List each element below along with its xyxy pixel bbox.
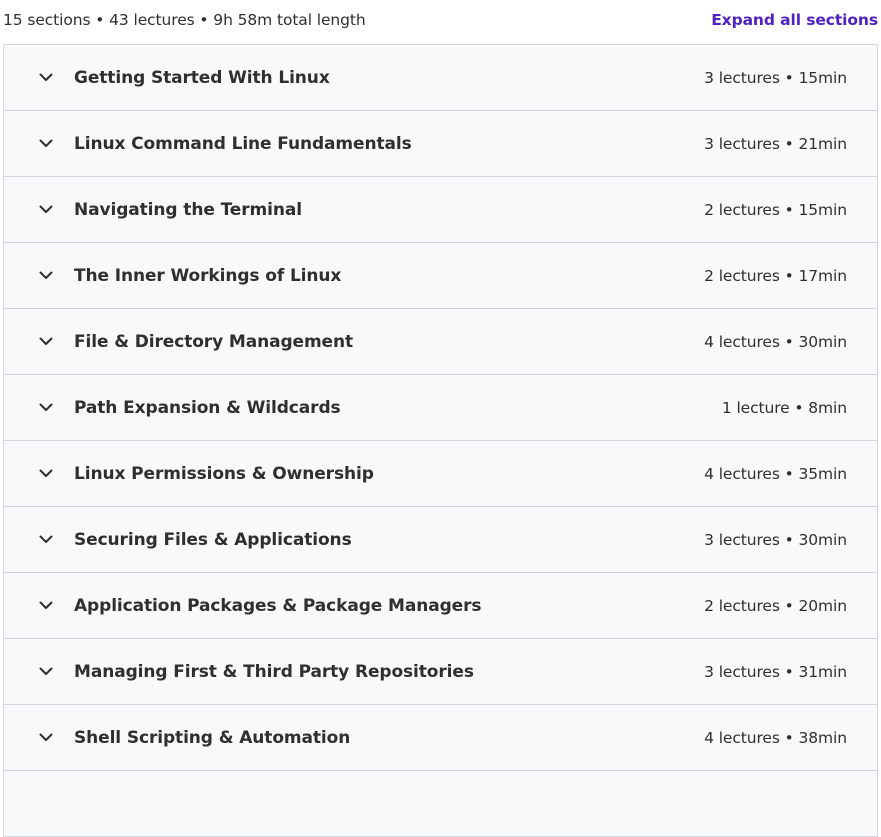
section-row[interactable]: Application Packages & Package Managers … — [4, 573, 877, 639]
section-row-partial[interactable] — [4, 771, 877, 837]
section-row[interactable]: Navigating the Terminal 2 lectures • 15m… — [4, 177, 877, 243]
chevron-down-icon — [38, 334, 54, 350]
section-meta: 4 lectures • 35min — [704, 464, 847, 483]
section-title: Application Packages & Package Managers — [74, 595, 482, 616]
chevron-down-icon — [38, 730, 54, 746]
section-title: File & Directory Management — [74, 331, 354, 352]
section-meta: 2 lectures • 15min — [704, 200, 847, 219]
curriculum-section-list: Getting Started With Linux 3 lectures • … — [3, 44, 878, 837]
section-title: Path Expansion & Wildcards — [74, 397, 341, 418]
section-meta: 3 lectures • 21min — [704, 134, 847, 153]
chevron-down-icon — [38, 268, 54, 284]
chevron-down-icon — [38, 598, 54, 614]
section-title: The Inner Workings of Linux — [74, 265, 342, 286]
section-meta: 2 lectures • 17min — [704, 266, 847, 285]
chevron-down-icon — [38, 202, 54, 218]
section-row[interactable]: Linux Permissions & Ownership 4 lectures… — [4, 441, 877, 507]
section-row[interactable]: Path Expansion & Wildcards 1 lecture • 8… — [4, 375, 877, 441]
section-title: Managing First & Third Party Repositorie… — [74, 661, 474, 682]
section-title: Navigating the Terminal — [74, 199, 302, 220]
chevron-down-icon — [38, 466, 54, 482]
curriculum-summary-bar: 15 sections • 43 lectures • 9h 58m total… — [0, 0, 881, 44]
section-meta: 4 lectures • 30min — [704, 332, 847, 351]
section-title: Securing Files & Applications — [74, 529, 352, 550]
section-row[interactable]: Securing Files & Applications 3 lectures… — [4, 507, 877, 573]
section-title: Linux Command Line Fundamentals — [74, 133, 412, 154]
section-title: Getting Started With Linux — [74, 67, 330, 88]
section-meta: 1 lecture • 8min — [721, 398, 847, 417]
chevron-down-icon — [38, 532, 54, 548]
chevron-down-icon — [38, 136, 54, 152]
section-meta: 4 lectures • 38min — [704, 728, 847, 747]
section-title: Linux Permissions & Ownership — [74, 463, 374, 484]
section-row[interactable]: File & Directory Management 4 lectures •… — [4, 309, 877, 375]
section-meta: 3 lectures • 15min — [704, 68, 847, 87]
chevron-down-icon — [38, 400, 54, 416]
section-row[interactable]: The Inner Workings of Linux 2 lectures •… — [4, 243, 877, 309]
curriculum-summary-text: 15 sections • 43 lectures • 9h 58m total… — [3, 11, 366, 29]
section-row[interactable]: Shell Scripting & Automation 4 lectures … — [4, 705, 877, 771]
chevron-down-icon — [38, 70, 54, 86]
expand-all-sections-button[interactable]: Expand all sections — [711, 11, 878, 29]
chevron-down-icon — [38, 664, 54, 680]
section-title: Shell Scripting & Automation — [74, 727, 351, 748]
section-row[interactable]: Getting Started With Linux 3 lectures • … — [4, 45, 877, 111]
section-row[interactable]: Managing First & Third Party Repositorie… — [4, 639, 877, 705]
section-row[interactable]: Linux Command Line Fundamentals 3 lectur… — [4, 111, 877, 177]
section-meta: 3 lectures • 30min — [704, 530, 847, 549]
section-meta: 3 lectures • 31min — [704, 662, 847, 681]
section-meta: 2 lectures • 20min — [704, 596, 847, 615]
